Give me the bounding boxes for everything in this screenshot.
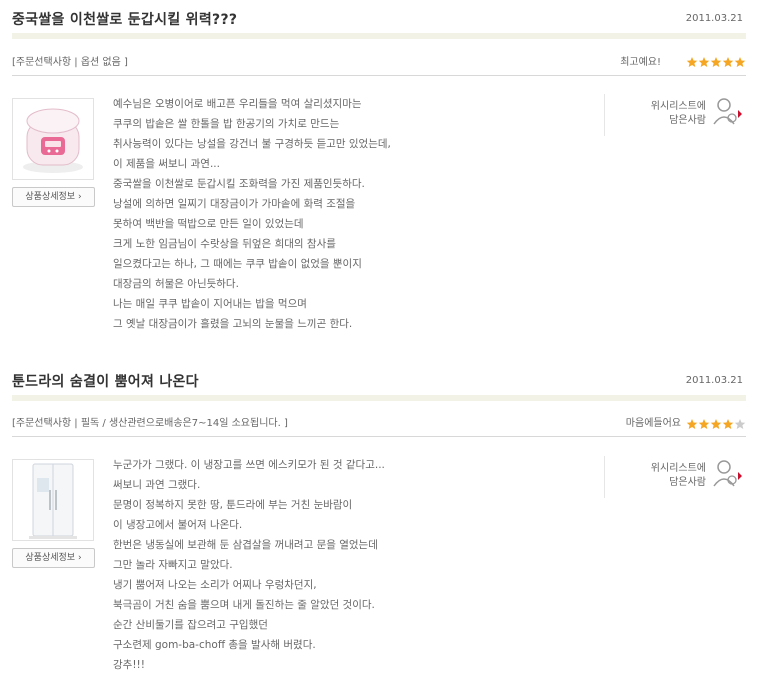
review-line: 순간 산비둘기를 잡으려고 구입했던 (113, 619, 268, 631)
review-line: 이 제품을 써보니 과연... (113, 158, 220, 170)
review-line: 일으켰다고는 하나, 그 때에는 쿠쿠 밥솥이 없었을 뿐이지 (113, 258, 362, 270)
star-empty-icon (734, 419, 746, 429)
wishlist-button[interactable]: 위시리스트에 담은사람 (630, 96, 750, 136)
review-line: 쿠쿠의 밥솥은 쌀 한톨을 밥 한공기의 가치로 만드는 (113, 118, 340, 130)
star-filled-icon (722, 57, 734, 67)
review-line: 냉기 뿜어져 나오는 소리가 어찌나 우렁차던지, (113, 579, 317, 591)
review-body: 누군가가 그랬다. 이 냉장고를 쓰면 에스키모가 된 것 같다고... 써보니… (113, 455, 583, 675)
divider (12, 75, 746, 76)
vertical-divider (604, 94, 605, 136)
product-thumbnail[interactable] (12, 459, 94, 541)
star-rating (686, 415, 746, 429)
wishlist-button[interactable]: 위시리스트에 담은사람 (630, 458, 750, 498)
product-thumbnail[interactable] (12, 98, 94, 180)
rating-label: 마음에들어요 (625, 418, 681, 429)
review-line: 한번은 냉동실에 보관해 둔 삼겹살을 꺼내려고 문을 열었는데 (113, 539, 378, 551)
star-filled-icon (698, 57, 710, 67)
review-body: 예수님은 오병이어로 배고픈 우리들을 먹여 살리셨지마는 쿠쿠의 밥솥은 쌀 … (113, 94, 583, 334)
review-title: 중국쌀을 이천쌀로 둔갑시킬 위력??? (12, 12, 238, 28)
review-line: 낭설에 의하면 일찌기 대장금이가 가마솥에 화력 조절을 (113, 198, 356, 210)
chevron-right-icon: › (77, 192, 82, 202)
star-filled-icon (698, 419, 710, 429)
review-line: 나는 매일 쿠쿠 밥솥이 지어내는 밥을 먹으며 (113, 298, 307, 310)
review-line: 그 옛날 대장금이가 흘렸을 고뇌의 눈물을 느끼곤 한다. (113, 318, 353, 330)
rice-cooker-icon (23, 108, 83, 173)
review-date: 2011.03.21 (685, 13, 743, 24)
person-add-icon (713, 98, 742, 125)
star-filled-icon (686, 57, 698, 67)
star-rating (686, 53, 746, 67)
star-filled-icon (710, 57, 722, 67)
review-line: 이 냉장고에서 불어져 나온다. (113, 519, 243, 531)
chevron-right-icon: › (77, 553, 82, 563)
wishlist-label: 위시리스트에 담은사람 (650, 101, 706, 126)
divider (12, 436, 746, 437)
detail-button-label: 상품상세정보 (25, 192, 76, 202)
person-add-icon (713, 460, 742, 487)
star-filled-icon (734, 57, 746, 67)
review-line: 못하여 백반을 떡밥으로 만든 일이 있었는데 (113, 218, 304, 230)
star-filled-icon (722, 419, 734, 429)
review-line: 크게 노한 임금님이 수랏상을 뒤엎은 희대의 참사를 (113, 238, 336, 250)
review-line: 문명이 정복하지 못한 땅, 툰드라에 부는 거친 눈바람이 (113, 499, 353, 511)
detail-button-label: 상품상세정보 (25, 553, 76, 563)
wishlist-label: 위시리스트에 담은사람 (650, 463, 706, 488)
review-line: 중국쌀을 이천쌀로 둔갑시킬 조화력을 가진 제품인듯하다. (113, 178, 365, 190)
review-line: 강추!!! (113, 659, 145, 671)
review-title: 툰드라의 숨결이 뿜어져 나온다 (12, 374, 199, 390)
order-option: [주문선택사항 | 필독 / 생산관련으로배송은7~14일 소요됩니다. ] (12, 418, 288, 429)
review-line: 써보니 과연 그랬다. (113, 479, 201, 491)
refrigerator-icon (29, 463, 77, 539)
title-underline-bar (12, 395, 746, 401)
review-line: 예수님은 오병이어로 배고픈 우리들을 먹여 살리셨지마는 (113, 98, 362, 110)
star-filled-icon (686, 419, 698, 429)
order-option: [주문선택사항 | 옵션 없음 ] (12, 57, 128, 68)
review-line: 취사능력이 있다는 낭설을 강건너 불 구경하듯 듣고만 있었는데, (113, 138, 391, 150)
vertical-divider (604, 456, 605, 498)
product-detail-button[interactable]: 상품상세정보 › (12, 187, 95, 207)
review-line: 그만 놀라 자빠지고 말았다. (113, 559, 233, 571)
review-line: 대장금의 허물은 아닌듯하다. (113, 278, 239, 290)
review-line: 북극곰이 거친 숨을 뿜으며 내게 돌진하는 줄 알았던 것이다. (113, 599, 375, 611)
review-line: 누군가가 그랬다. 이 냉장고를 쓰면 에스키모가 된 것 같다고... (113, 459, 385, 471)
rating-label: 최고예요! (620, 57, 661, 68)
star-filled-icon (710, 419, 722, 429)
review-line: 구소련제 gom-ba-choff 총을 발사해 버렸다. (113, 639, 316, 651)
product-detail-button[interactable]: 상품상세정보 › (12, 548, 95, 568)
title-underline-bar (12, 33, 746, 39)
review-date: 2011.03.21 (685, 375, 743, 386)
